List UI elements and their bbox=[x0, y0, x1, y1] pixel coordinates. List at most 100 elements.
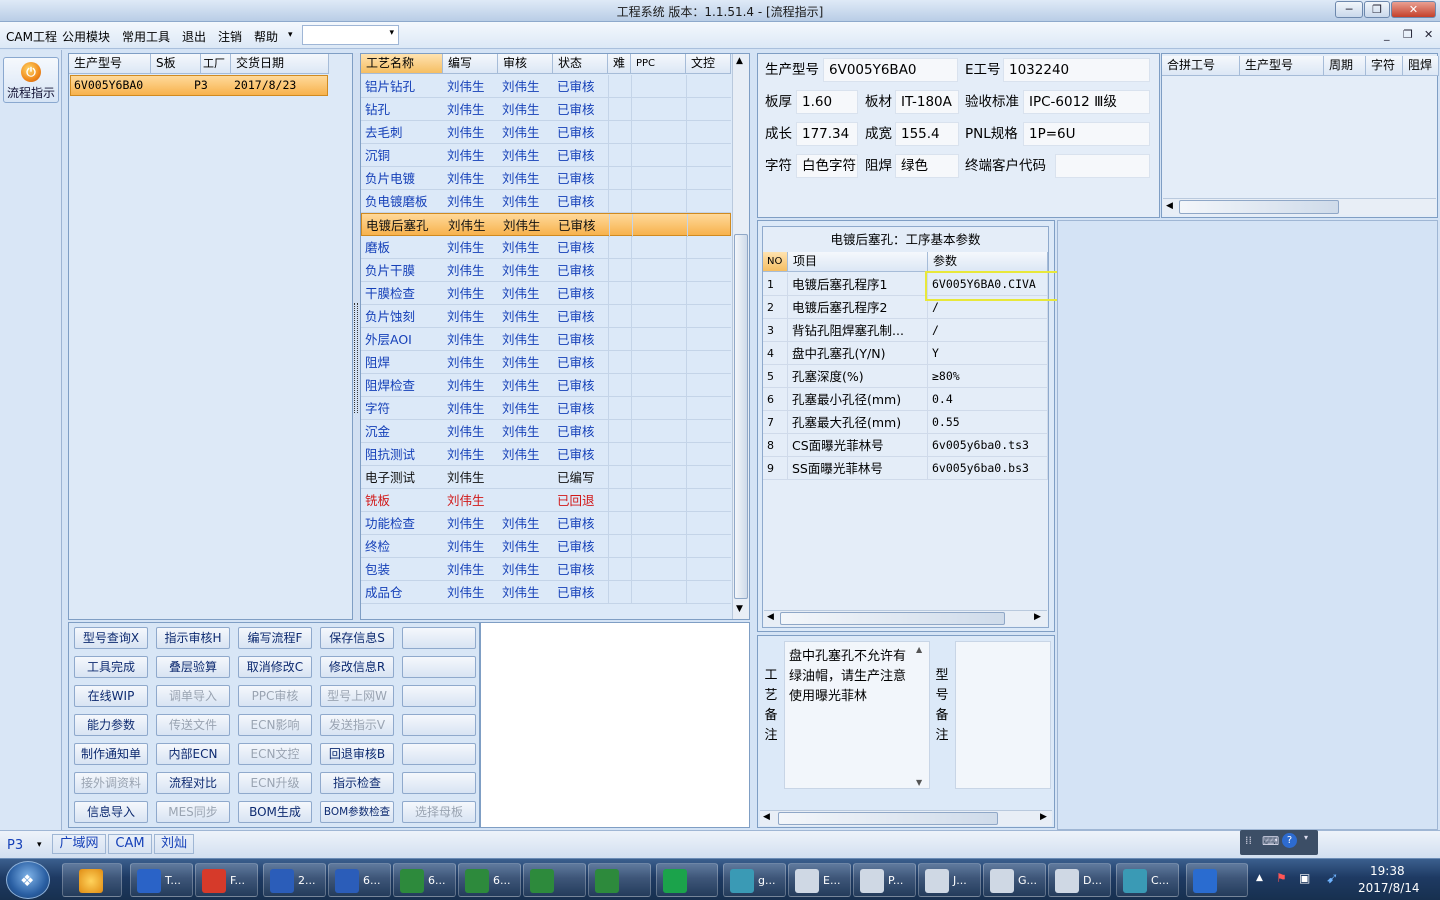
taskbar-app-button[interactable]: J... bbox=[918, 863, 981, 897]
process-row[interactable]: 钻孔 刘伟生 刘伟生 已审核 bbox=[361, 98, 731, 121]
action-button[interactable]: 保存信息S bbox=[320, 627, 394, 649]
action-button[interactable]: 回退审核B bbox=[320, 743, 394, 765]
field-material[interactable]: IT-180A bbox=[895, 90, 959, 114]
cell-param-value[interactable]: 6v005y6ba0.ts3 bbox=[928, 434, 1048, 457]
action-button[interactable]: 流程对比 bbox=[156, 772, 230, 794]
action-button[interactable]: 传送文件 bbox=[156, 714, 230, 736]
tray-network-icon[interactable]: ▣ bbox=[1299, 871, 1310, 885]
merge-hscrollbar[interactable]: ◀ bbox=[1163, 198, 1436, 215]
param-row[interactable]: 3 背钻孔阻焊塞孔制... / bbox=[763, 319, 1048, 342]
taskbar-app-button[interactable]: 6... bbox=[393, 863, 456, 897]
col-model[interactable]: 生产型号 bbox=[69, 54, 151, 74]
action-button[interactable]: 修改信息R bbox=[320, 656, 394, 678]
taskbar-app-button[interactable]: E... bbox=[788, 863, 851, 897]
scroll-up-icon[interactable]: ▲ bbox=[916, 645, 922, 654]
param-row[interactable]: 7 孔塞最大孔径(mm) 0.55 bbox=[763, 411, 1048, 434]
process-note-box[interactable]: 盘中孔塞孔不允许有绿油帽，请生产注意使用曝光菲林 ▲ ▼ bbox=[784, 641, 930, 789]
action-button[interactable]: 调单导入 bbox=[156, 685, 230, 707]
action-button[interactable]: 指示检查 bbox=[320, 772, 394, 794]
mdi-minimize-icon[interactable]: _ bbox=[1384, 28, 1390, 41]
tray-app-icon[interactable]: ➹ bbox=[1326, 869, 1339, 887]
status-tab-wan[interactable]: 广域网 bbox=[52, 834, 106, 854]
col-s-board[interactable]: S板 bbox=[151, 54, 201, 74]
taskbar-app-button[interactable]: F... bbox=[195, 863, 258, 897]
process-row[interactable]: 功能检查 刘伟生 刘伟生 已审核 bbox=[361, 512, 731, 535]
process-row[interactable]: 负电镀磨板 刘伟生 刘伟生 已审核 bbox=[361, 190, 731, 213]
process-row[interactable]: 负片电镀 刘伟生 刘伟生 已审核 bbox=[361, 167, 731, 190]
action-button-empty[interactable] bbox=[402, 685, 476, 707]
action-button-empty[interactable] bbox=[402, 627, 476, 649]
taskbar-app-button[interactable]: 2... bbox=[263, 863, 326, 897]
action-button[interactable]: 编写流程F bbox=[238, 627, 312, 649]
col-difficulty[interactable]: 难 bbox=[608, 54, 631, 74]
scroll-up-icon[interactable]: ▲ bbox=[736, 56, 743, 66]
action-button[interactable]: 选择母板 bbox=[402, 801, 476, 823]
taskbar-app-button[interactable] bbox=[1186, 863, 1248, 897]
flow-indicator-button[interactable]: ⏻ 流程指示 bbox=[3, 57, 59, 103]
process-row[interactable]: 终检 刘伟生 刘伟生 已审核 bbox=[361, 535, 731, 558]
maximize-button[interactable]: ❐ bbox=[1364, 1, 1390, 18]
process-row[interactable]: 干膜检查 刘伟生 刘伟生 已审核 bbox=[361, 282, 731, 305]
action-button[interactable]: 叠层验算 bbox=[156, 656, 230, 678]
col-merge-char[interactable]: 字符 bbox=[1366, 56, 1403, 76]
close-button[interactable]: ✕ bbox=[1391, 1, 1436, 18]
process-row[interactable]: 磨板 刘伟生 刘伟生 已审核 bbox=[361, 236, 731, 259]
taskbar-app-button[interactable]: 6... bbox=[328, 863, 391, 897]
process-row[interactable]: 沉铜 刘伟生 刘伟生 已审核 bbox=[361, 144, 731, 167]
mdi-restore-icon[interactable]: ❐ bbox=[1403, 28, 1413, 41]
action-button[interactable]: 接外调资料 bbox=[74, 772, 148, 794]
action-button[interactable]: ECN影响 bbox=[238, 714, 312, 736]
menu-help[interactable]: 帮助 bbox=[254, 28, 278, 45]
col-plant[interactable]: 工厂 bbox=[201, 54, 231, 74]
field-character[interactable]: 白色字符 bbox=[796, 154, 858, 178]
help-icon[interactable]: ? bbox=[1282, 833, 1297, 848]
process-row[interactable]: 铝片钻孔 刘伟生 刘伟生 已审核 bbox=[361, 75, 731, 98]
process-scrollbar[interactable]: ▲ ▼ bbox=[732, 54, 749, 619]
taskbar-app-button[interactable]: g... bbox=[723, 863, 786, 897]
field-width[interactable]: 155.4 bbox=[895, 122, 959, 146]
cell-param-value[interactable]: 6v005y6ba0.bs3 bbox=[928, 457, 1048, 480]
action-button[interactable]: 制作通知单 bbox=[74, 743, 148, 765]
taskbar-app-button[interactable]: D... bbox=[1048, 863, 1111, 897]
taskbar-app-button[interactable] bbox=[656, 863, 718, 897]
cell-param-value[interactable]: Y bbox=[928, 342, 1048, 365]
menu-common-tools[interactable]: 常用工具 bbox=[122, 28, 170, 45]
action-button[interactable]: BOM参数检查 bbox=[320, 801, 394, 823]
cell-param-value[interactable]: 0.4 bbox=[928, 388, 1048, 411]
param-row[interactable]: 9 SS面曝光菲林号 6v005y6ba0.bs3 bbox=[763, 457, 1048, 480]
order-row-selected[interactable]: 6V005Y6BA0 P3 2017/8/23 bbox=[70, 75, 328, 96]
process-row[interactable]: 阻抗测试 刘伟生 刘伟生 已审核 bbox=[361, 443, 731, 466]
param-row[interactable]: 6 孔塞最小孔径(mm) 0.4 bbox=[763, 388, 1048, 411]
scroll-right-icon[interactable]: ▶ bbox=[1034, 612, 1041, 622]
language-bar[interactable]: ⁞⁞ ⌨ ? ▾ bbox=[1240, 830, 1318, 855]
col-writer[interactable]: 编写 bbox=[443, 54, 498, 74]
taskbar-app-button[interactable]: T... bbox=[130, 863, 193, 897]
action-button[interactable]: 指示审核H bbox=[156, 627, 230, 649]
cell-param-value[interactable]: ≥80% bbox=[928, 365, 1048, 388]
process-row[interactable]: 外层AOI 刘伟生 刘伟生 已审核 bbox=[361, 328, 731, 351]
taskbar-app-button[interactable]: G... bbox=[983, 863, 1046, 897]
process-row[interactable]: 去毛刺 刘伟生 刘伟生 已审核 bbox=[361, 121, 731, 144]
col-param-no[interactable]: NO bbox=[763, 252, 788, 272]
minimize-button[interactable]: ─ bbox=[1335, 1, 1363, 18]
field-standard[interactable]: IPC-6012 Ⅲ级 bbox=[1023, 90, 1150, 114]
action-button-empty[interactable] bbox=[402, 743, 476, 765]
process-row[interactable]: 负片蚀刻 刘伟生 刘伟生 已审核 bbox=[361, 305, 731, 328]
param-hscrollbar[interactable]: ◀ ▶ bbox=[764, 610, 1047, 626]
keyboard-icon[interactable]: ⌨ bbox=[1262, 834, 1279, 848]
scroll-down-icon[interactable]: ▼ bbox=[916, 778, 922, 787]
field-customer-code[interactable] bbox=[1055, 154, 1150, 178]
col-merge-model[interactable]: 生产型号 bbox=[1240, 56, 1324, 76]
action-button[interactable]: 内部ECN bbox=[156, 743, 230, 765]
process-row[interactable]: 沉金 刘伟生 刘伟生 已审核 bbox=[361, 420, 731, 443]
field-pnl[interactable]: 1P=6U bbox=[1023, 122, 1150, 146]
notes-hscrollbar[interactable]: ◀ ▶ bbox=[760, 810, 1052, 826]
param-scroll-thumb[interactable] bbox=[780, 612, 1005, 625]
field-length[interactable]: 177.34 bbox=[796, 122, 858, 146]
cell-param-value[interactable]: / bbox=[928, 319, 1048, 342]
process-row[interactable]: 字符 刘伟生 刘伟生 已审核 bbox=[361, 397, 731, 420]
scroll-left-icon[interactable]: ◀ bbox=[1166, 201, 1173, 211]
process-row[interactable]: 成品仓 刘伟生 刘伟生 已审核 bbox=[361, 581, 731, 604]
taskbar-app-button[interactable] bbox=[588, 863, 651, 897]
taskbar-app-button[interactable] bbox=[523, 863, 586, 897]
